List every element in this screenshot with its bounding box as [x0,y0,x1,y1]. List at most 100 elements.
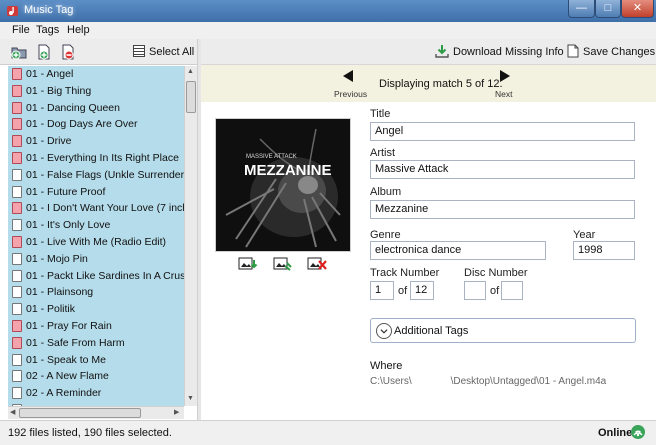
previous-button-label[interactable]: Previous [334,89,367,99]
audio-file-red-icon [12,151,22,164]
file-list-item[interactable]: 01 - It's Only Love [8,217,184,234]
remove-file-icon[interactable] [60,44,76,60]
file-name: 02 - A New Flame [26,370,109,383]
file-name: 01 - Politik [26,303,76,316]
album-cover-image: MASSIVE ATTACK MEZZANINE [216,119,350,251]
file-list-item[interactable]: 01 - False Flags (Unkle Surrender Sound [8,167,184,184]
audio-file-icon [12,252,22,265]
audio-file-red-icon [12,336,22,349]
file-name: 01 - False Flags (Unkle Surrender Sound [26,168,184,181]
artist-input[interactable]: Massive Attack [370,160,635,179]
save-changes-button[interactable]: Save Changes [567,44,655,58]
file-name: 02 - A Reminder [26,387,102,400]
audio-file-icon [12,219,22,232]
file-name: 01 - Future Proof [26,185,106,198]
file-list-item[interactable]: 02 - A New Flame [8,368,184,385]
title-label: Title [370,108,391,120]
album-art-title-text: MEZZANINE [244,162,332,179]
save-label: Save Changes [583,46,656,58]
track-total-input[interactable]: 12 [410,281,434,300]
menu-bar: File Tags Help [0,22,656,39]
disc-total-input[interactable] [501,281,523,300]
file-list-item[interactable]: 01 - Safe From Harm [8,335,184,352]
scroll-left-arrow-icon[interactable]: ◀ [10,408,15,416]
track-number-input[interactable]: 1 [370,281,394,300]
menu-tags[interactable]: Tags [36,24,59,36]
file-name: 01 - Packt Like Sardines In A Crushd Tin [26,269,184,282]
match-navigation-bar: Previous Displaying match 5 of 12. Next [201,65,656,102]
file-list-toolbar: Select All [0,39,197,65]
file-list[interactable]: 01 - Angel 01 - Big Thing 01 - Dancing Que… [8,66,184,406]
file-list-item[interactable]: 01 - Drive [8,133,184,150]
album-art: MASSIVE ATTACK MEZZANINE [215,118,351,252]
file-list-item[interactable]: 01 - Dancing Queen [8,100,184,117]
genre-input[interactable]: electronica dance [370,241,546,260]
file-list-item[interactable]: 01 - Pray For Rain [8,318,184,335]
audio-file-red-icon [12,202,22,215]
year-label: Year [573,229,596,241]
file-list-item[interactable]: 01 - Mojo Pin [8,251,184,268]
remove-art-icon[interactable] [307,257,327,271]
file-list-item[interactable]: 02 - A Reminder [8,385,184,402]
audio-file-icon [12,387,22,400]
tag-toolbar: Download Missing Info Save Changes [201,39,656,65]
additional-tags-label: Additional Tags [394,325,469,337]
artist-label: Artist [370,147,396,159]
disc-number-input[interactable] [464,281,486,300]
file-list-item[interactable]: 01 - Live With Me (Radio Edit) [8,234,184,251]
audio-file-icon [12,303,22,316]
vertical-scroll-thumb[interactable] [186,81,196,113]
download-missing-info-button[interactable]: Download Missing Info [435,44,564,58]
maximize-button[interactable]: □ [595,0,621,18]
file-list-item[interactable]: 01 - Speak to Me [8,352,184,369]
scroll-up-arrow-icon[interactable]: ▲ [187,68,194,75]
file-name: 01 - Angel [26,68,74,80]
minimize-button[interactable]: — [568,0,595,18]
file-list-item[interactable]: 01 - I Don't Want Your Love (7 inch mix [8,200,184,217]
load-art-from-file-icon[interactable] [273,257,293,271]
file-name: 01 - Pray For Rain [26,319,112,332]
close-button[interactable]: ✕ [621,0,654,18]
file-name: 01 - Mojo Pin [26,252,88,265]
add-folder-icon[interactable] [11,44,27,60]
next-arrow-icon[interactable] [498,69,512,83]
file-list-item[interactable]: 01 - Future Proof [8,184,184,201]
file-list-item[interactable]: 01 - Politik [8,301,184,318]
album-input[interactable]: Mezzanine [370,200,635,219]
select-all-button[interactable]: Select All [133,45,194,58]
audio-file-red-icon [12,135,22,148]
file-list-item[interactable]: 01 - Angel [8,66,184,83]
file-list-item[interactable]: 01 - Everything In Its Right Place [8,150,184,167]
next-button-label[interactable]: Next [495,89,512,99]
select-all-label: Select All [149,46,195,58]
menu-file[interactable]: File [12,24,30,36]
file-name: 01 - Dancing Queen [26,101,120,114]
file-list-horizontal-scrollbar[interactable]: ◀ ▶ [8,406,184,419]
file-name: 01 - Dog Days Are Over [26,118,138,131]
file-list-item[interactable]: 01 - Packt Like Sardines In A Crushd Tin [8,268,184,285]
match-status-text: Displaying match 5 of 12. [379,78,503,90]
track-of-label: of [398,285,408,297]
file-list-item[interactable]: 01 - Plainsong [8,284,184,301]
file-list-vertical-scrollbar[interactable]: ▲ ▼ [184,66,197,406]
scroll-down-arrow-icon[interactable]: ▼ [187,395,194,402]
download-art-icon[interactable] [238,257,258,271]
audio-file-red-icon [12,235,22,248]
audio-file-red-icon [12,84,22,97]
additional-tags-expander[interactable]: Additional Tags [370,318,636,343]
file-count-status: 192 files listed, 190 files selected. [8,427,172,439]
horizontal-scroll-thumb[interactable] [19,408,141,418]
audio-file-icon [12,353,22,366]
add-file-icon[interactable] [36,44,52,60]
scroll-right-arrow-icon[interactable]: ▶ [174,408,179,416]
year-input[interactable]: 1998 [573,241,635,260]
menu-help[interactable]: Help [67,24,90,36]
file-list-item[interactable]: 01 - Dog Days Are Over [8,116,184,133]
music-tag-app-icon [7,6,18,16]
previous-arrow-icon[interactable] [341,69,355,83]
title-bar: Music Tag — □ ✕ [0,0,656,22]
disc-number-label: Disc Number [464,267,528,279]
audio-file-icon [12,370,22,383]
title-input[interactable]: Angel [370,122,635,141]
file-list-item[interactable]: 01 - Big Thing [8,83,184,100]
